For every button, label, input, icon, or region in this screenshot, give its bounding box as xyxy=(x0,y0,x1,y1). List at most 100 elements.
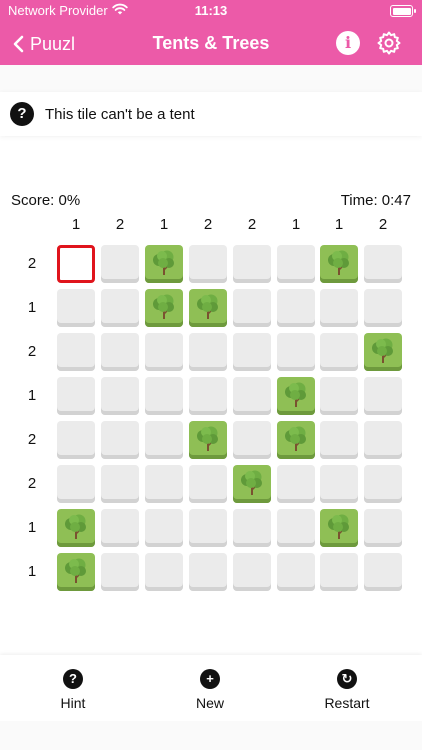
tree-icon xyxy=(372,338,393,363)
row-hint: 2 xyxy=(27,475,37,492)
empty-cell[interactable] xyxy=(233,245,271,283)
empty-cell[interactable] xyxy=(101,553,139,591)
empty-cell[interactable] xyxy=(277,333,315,371)
empty-cell[interactable] xyxy=(233,553,271,591)
empty-cell[interactable] xyxy=(320,553,358,591)
empty-cell[interactable] xyxy=(320,289,358,327)
empty-cell[interactable] xyxy=(189,553,227,591)
empty-cell[interactable] xyxy=(189,509,227,547)
tree-icon xyxy=(328,250,349,275)
empty-cell[interactable] xyxy=(364,245,402,283)
row-hint: 1 xyxy=(27,387,37,404)
tree-cell xyxy=(57,509,95,547)
empty-cell[interactable] xyxy=(189,333,227,371)
empty-cell[interactable] xyxy=(233,289,271,327)
tree-icon xyxy=(241,470,262,495)
row-hint: 1 xyxy=(27,519,37,536)
empty-cell[interactable] xyxy=(145,553,183,591)
hint-banner: ? This tile can't be a tent xyxy=(0,92,422,136)
empty-cell[interactable] xyxy=(277,509,315,547)
tree-cell xyxy=(145,289,183,327)
empty-cell[interactable] xyxy=(364,509,402,547)
empty-cell[interactable] xyxy=(320,421,358,459)
bottom-toolbar: ? Hint + New ↻ Restart xyxy=(0,655,422,721)
empty-cell[interactable] xyxy=(277,553,315,591)
empty-cell[interactable] xyxy=(101,465,139,503)
plus-icon: + xyxy=(200,669,220,689)
empty-cell[interactable] xyxy=(145,465,183,503)
empty-cell[interactable] xyxy=(320,333,358,371)
empty-cell[interactable] xyxy=(189,245,227,283)
empty-cell[interactable] xyxy=(145,333,183,371)
empty-cell[interactable] xyxy=(101,245,139,283)
empty-cell[interactable] xyxy=(320,377,358,415)
empty-cell[interactable] xyxy=(277,465,315,503)
tree-cell xyxy=(320,509,358,547)
empty-cell[interactable] xyxy=(277,289,315,327)
header-spacer xyxy=(0,65,422,92)
nav-bar: Puuzl Tents & Trees i xyxy=(0,22,422,65)
tree-cell xyxy=(277,421,315,459)
question-icon: ? xyxy=(63,669,83,689)
tree-icon xyxy=(153,250,174,275)
empty-cell[interactable] xyxy=(101,421,139,459)
empty-cell[interactable] xyxy=(57,333,95,371)
empty-cell[interactable] xyxy=(101,289,139,327)
column-hint: 2 xyxy=(203,216,213,233)
empty-cell[interactable] xyxy=(233,421,271,459)
hint-button[interactable]: ? Hint xyxy=(28,669,118,711)
gear-icon[interactable] xyxy=(376,30,402,56)
empty-cell[interactable] xyxy=(57,289,95,327)
empty-cell[interactable] xyxy=(320,465,358,503)
empty-cell[interactable] xyxy=(364,421,402,459)
restart-button[interactable]: ↻ Restart xyxy=(302,669,392,711)
new-button[interactable]: + New xyxy=(165,669,255,711)
empty-cell[interactable] xyxy=(364,289,402,327)
selected-cell[interactable] xyxy=(57,245,95,283)
row-hint: 1 xyxy=(27,299,37,316)
empty-cell[interactable] xyxy=(101,509,139,547)
empty-cell[interactable] xyxy=(277,245,315,283)
column-hint: 2 xyxy=(115,216,125,233)
empty-cell[interactable] xyxy=(57,421,95,459)
info-icon[interactable]: i xyxy=(336,31,360,55)
clock: 11:13 xyxy=(194,3,228,18)
empty-cell[interactable] xyxy=(189,465,227,503)
empty-cell[interactable] xyxy=(145,377,183,415)
tree-icon xyxy=(153,294,174,319)
empty-cell[interactable] xyxy=(189,377,227,415)
column-hint: 2 xyxy=(378,216,388,233)
tree-icon xyxy=(197,426,218,451)
tree-icon xyxy=(285,382,306,407)
hint-button-label: Hint xyxy=(60,695,86,711)
empty-cell[interactable] xyxy=(233,509,271,547)
header: Network Provider 11:13 Puuzl Tents & Tre… xyxy=(0,0,422,65)
new-button-label: New xyxy=(195,695,224,711)
empty-cell[interactable] xyxy=(101,377,139,415)
restart-icon: ↻ xyxy=(337,669,357,689)
empty-cell[interactable] xyxy=(57,377,95,415)
score-label: Score: 0% xyxy=(11,192,81,209)
empty-cell[interactable] xyxy=(57,465,95,503)
empty-cell[interactable] xyxy=(364,553,402,591)
empty-cell[interactable] xyxy=(364,377,402,415)
row-hint: 1 xyxy=(27,563,37,580)
empty-cell[interactable] xyxy=(101,333,139,371)
row-hint: 2 xyxy=(27,431,37,448)
tree-cell xyxy=(364,333,402,371)
tree-icon xyxy=(285,426,306,451)
restart-button-label: Restart xyxy=(324,695,370,711)
tree-icon xyxy=(328,514,349,539)
empty-cell[interactable] xyxy=(145,509,183,547)
column-hint: 1 xyxy=(291,216,301,233)
empty-cell[interactable] xyxy=(364,465,402,503)
battery-icon xyxy=(390,5,416,17)
empty-cell[interactable] xyxy=(233,333,271,371)
tree-cell xyxy=(145,245,183,283)
empty-cell[interactable] xyxy=(145,421,183,459)
column-hint: 1 xyxy=(71,216,81,233)
timer-label: Time: 0:47 xyxy=(340,192,411,209)
tree-cell xyxy=(320,245,358,283)
empty-cell[interactable] xyxy=(233,377,271,415)
tree-cell xyxy=(233,465,271,503)
